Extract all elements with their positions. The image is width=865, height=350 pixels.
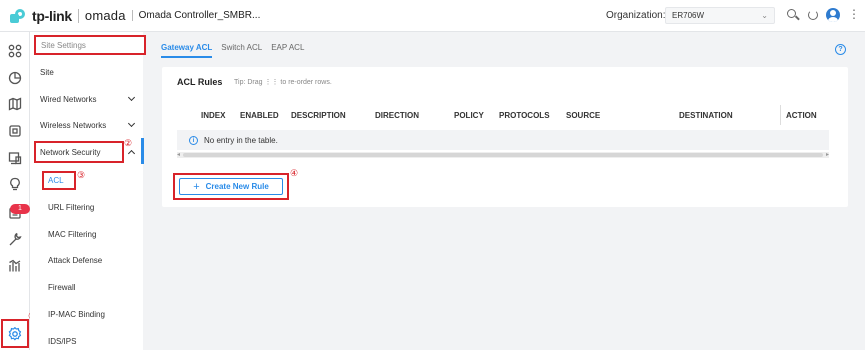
column-header[interactable]: DESCRIPTION bbox=[291, 111, 346, 120]
sidebar-item-acl[interactable]: ACL bbox=[48, 176, 64, 185]
insight-icon[interactable] bbox=[8, 177, 22, 191]
organization-select[interactable]: ER706W ⌄ bbox=[665, 7, 775, 24]
sidebar-item-wired-networks[interactable]: Wired Networks bbox=[40, 95, 96, 104]
info-icon: i bbox=[189, 136, 198, 145]
top-bar: tp-link omada Omada Controller_SMBR... O… bbox=[0, 0, 865, 32]
column-header[interactable]: INDEX bbox=[201, 111, 225, 120]
logo-text: tp-link bbox=[32, 7, 72, 24]
sidebar-item-network-security[interactable]: Network Security bbox=[40, 148, 100, 157]
site-settings-placeholder: Site Settings bbox=[41, 41, 86, 50]
more-options-icon[interactable]: ⋮ bbox=[848, 8, 860, 22]
reorder-tip: Tip: Drag ⋮⋮ to re-order rows. bbox=[234, 79, 332, 86]
sidebar-item-site[interactable]: Site bbox=[40, 68, 54, 77]
controller-title: Omada Controller_SMBR... bbox=[131, 10, 260, 21]
help-icon[interactable]: ? bbox=[835, 44, 846, 55]
sidebar-item-url-filtering[interactable]: URL Filtering bbox=[48, 203, 94, 212]
sidebar-item-ip-mac-binding[interactable]: IP-MAC Binding bbox=[48, 310, 105, 319]
sidebar-item-attack-defense[interactable]: Attack Defense bbox=[48, 256, 102, 265]
settings-highlight-box bbox=[1, 319, 29, 348]
chevron-down-icon[interactable] bbox=[128, 95, 136, 103]
horizontal-scrollbar[interactable]: ◂ ▸ bbox=[177, 152, 829, 158]
column-header[interactable]: DESTINATION bbox=[679, 111, 733, 120]
create-new-rule-label: Create New Rule bbox=[205, 182, 269, 191]
map-icon[interactable] bbox=[8, 97, 22, 111]
create-new-rule-button[interactable]: + Create New Rule bbox=[179, 178, 283, 195]
empty-table-row: i No entry in the table. bbox=[177, 130, 829, 150]
card-title: ACL Rules bbox=[177, 77, 223, 87]
reports-icon[interactable] bbox=[8, 259, 22, 273]
settings-icon[interactable] bbox=[8, 326, 22, 341]
logo-divider bbox=[77, 8, 79, 23]
chevron-down-icon[interactable] bbox=[128, 121, 136, 129]
devices-icon[interactable] bbox=[8, 124, 22, 138]
acl-tabs: Gateway ACL Switch ACL EAP ACL bbox=[161, 43, 304, 58]
omada-logo-text: omada bbox=[84, 8, 126, 23]
user-avatar-icon[interactable] bbox=[826, 8, 840, 22]
sidebar-item-wireless-networks[interactable]: Wireless Networks bbox=[40, 121, 106, 130]
organization-label: Organization: bbox=[606, 10, 666, 21]
column-header[interactable]: DIRECTION bbox=[375, 111, 419, 120]
chevron-down-icon: ⌄ bbox=[761, 11, 768, 20]
annotation-step-3: ③ bbox=[77, 170, 86, 180]
plus-icon: + bbox=[193, 180, 200, 193]
annotation-step-4: ④ bbox=[290, 168, 299, 178]
tab-switch-acl[interactable]: Switch ACL bbox=[221, 43, 262, 58]
site-settings-search[interactable]: Site Settings bbox=[34, 35, 146, 55]
tp-link-logo-icon bbox=[10, 8, 29, 23]
scroll-left-icon[interactable]: ◂ bbox=[177, 151, 180, 158]
sidebar-item-firewall[interactable]: Firewall bbox=[48, 283, 76, 292]
active-indicator bbox=[141, 138, 144, 164]
refresh-icon[interactable] bbox=[806, 8, 820, 22]
column-header[interactable]: ACTION bbox=[786, 111, 817, 120]
scroll-right-icon[interactable]: ▸ bbox=[826, 151, 829, 158]
tp-link-logo[interactable]: tp-link omada bbox=[10, 8, 126, 24]
statistics-icon[interactable] bbox=[8, 71, 22, 85]
icon-rail: 1 bbox=[0, 32, 30, 350]
sidebar-item-mac-filtering[interactable]: MAC Filtering bbox=[48, 230, 96, 239]
column-header[interactable]: SOURCE bbox=[566, 111, 600, 120]
annotation-step-2: ② bbox=[124, 138, 133, 148]
empty-table-message: No entry in the table. bbox=[204, 136, 278, 145]
scroll-thumb[interactable] bbox=[183, 153, 823, 157]
column-header[interactable]: PROTOCOLS bbox=[499, 111, 550, 120]
acl-rules-card: ACL Rules Tip: Drag ⋮⋮ to re-order rows.… bbox=[162, 67, 848, 207]
search-icon[interactable] bbox=[786, 8, 800, 22]
column-header[interactable]: ENABLED bbox=[240, 111, 279, 120]
tab-eap-acl[interactable]: EAP ACL bbox=[271, 43, 304, 58]
alert-count-badge: 1 bbox=[10, 204, 30, 214]
table-header: INDEX ENABLED DESCRIPTION DIRECTION POLI… bbox=[177, 102, 839, 126]
chevron-up-icon[interactable] bbox=[128, 148, 136, 156]
tools-icon[interactable] bbox=[8, 232, 22, 246]
settings-sidebar: Site Settings Site Wired Networks Wirele… bbox=[30, 32, 146, 350]
tab-gateway-acl[interactable]: Gateway ACL bbox=[161, 43, 213, 58]
column-header[interactable]: POLICY bbox=[454, 111, 484, 120]
column-divider bbox=[780, 105, 781, 125]
dashboard-icon[interactable] bbox=[8, 44, 22, 58]
organization-value: ER706W bbox=[672, 11, 705, 20]
sidebar-item-ids-ips[interactable]: IDS/IPS bbox=[48, 337, 76, 346]
clients-icon[interactable] bbox=[8, 151, 22, 165]
